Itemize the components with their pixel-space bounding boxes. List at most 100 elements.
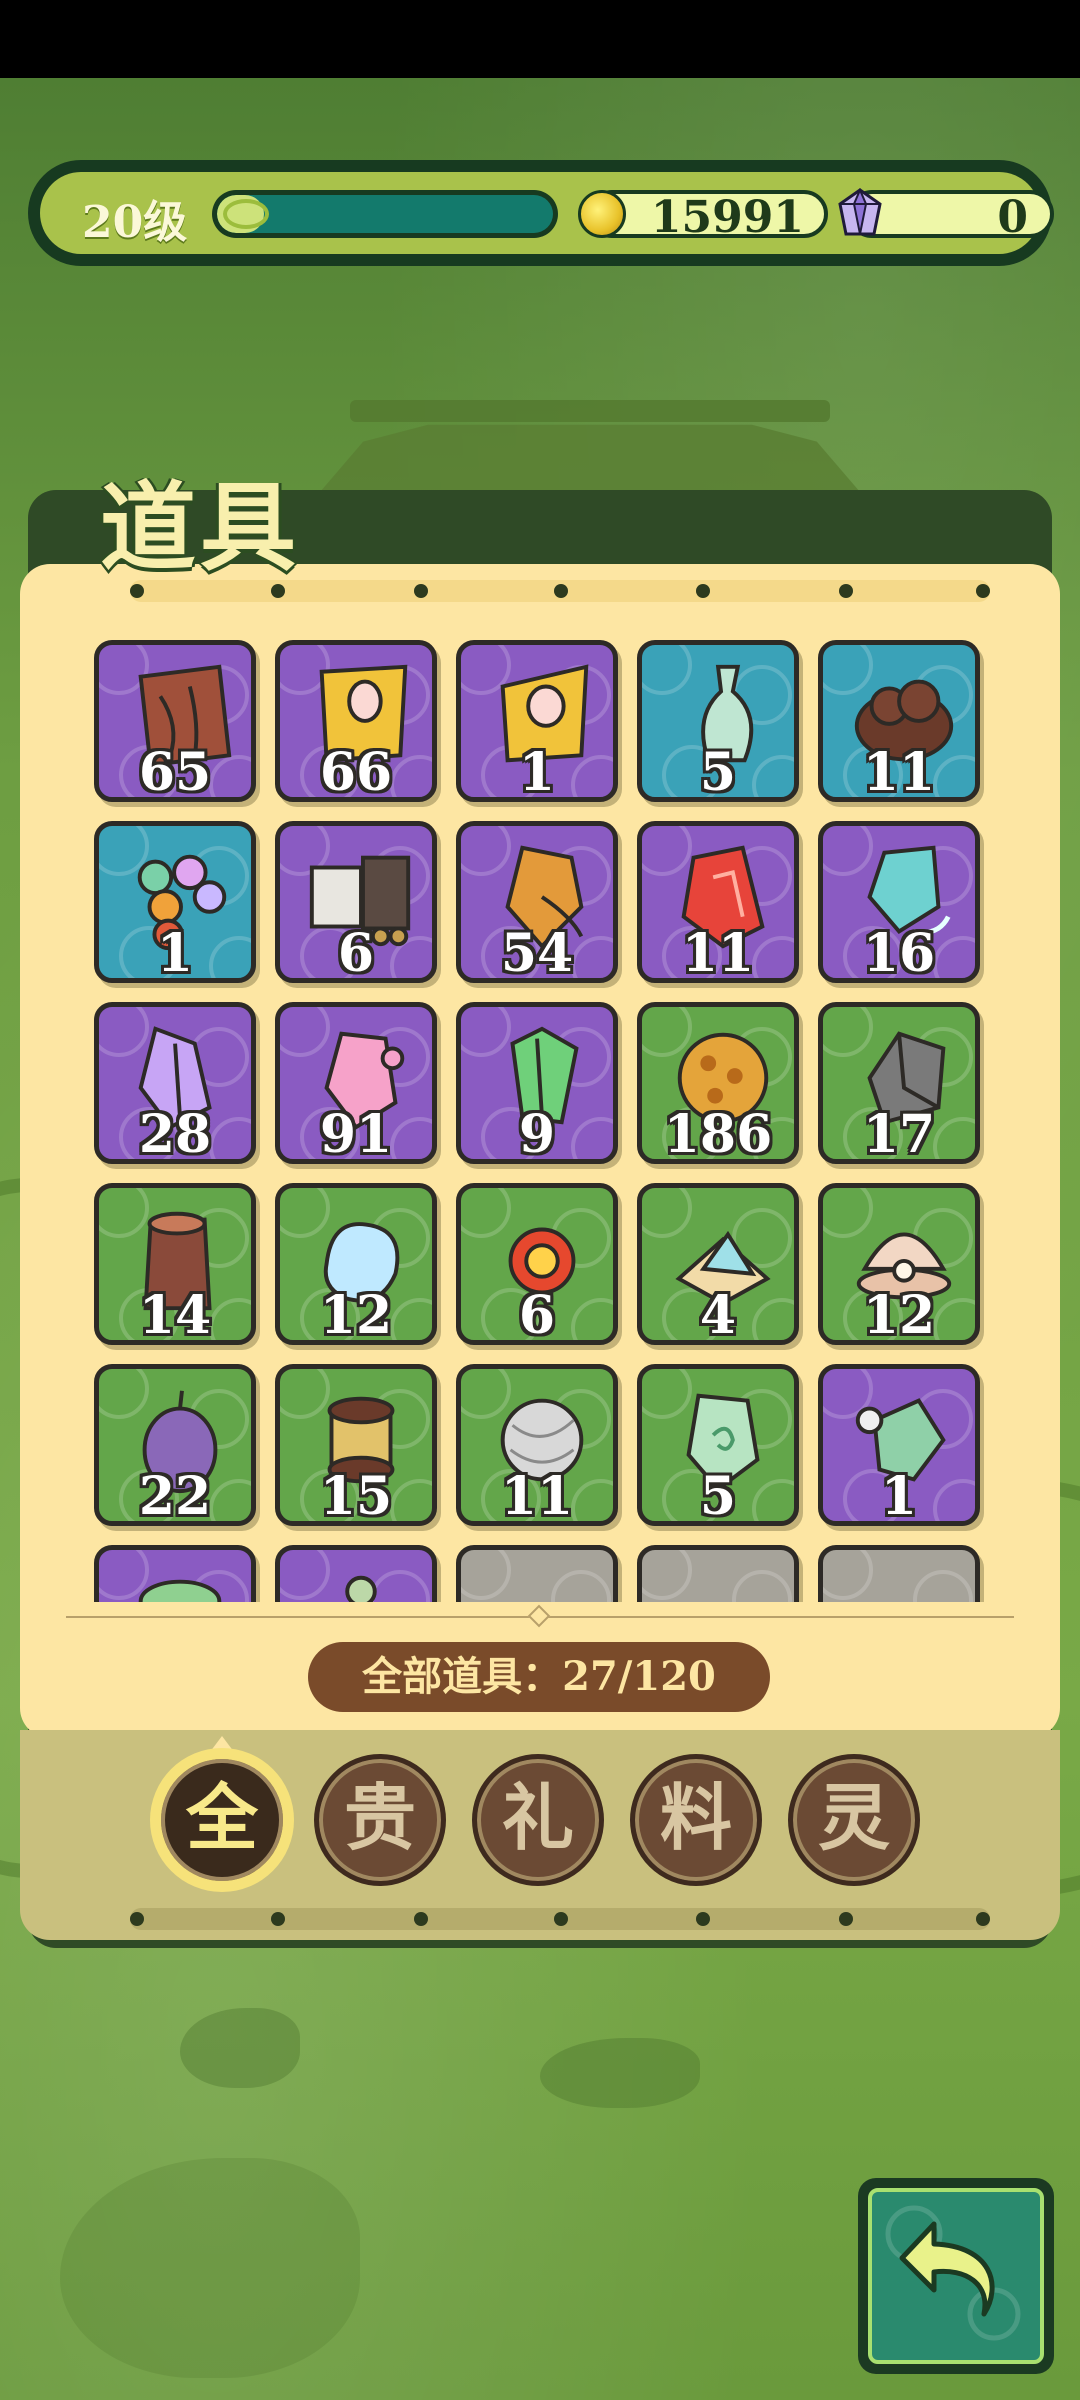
spirit-icon	[345, 1575, 377, 1602]
item-slot[interactable]: 22	[94, 1364, 256, 1526]
panel-title: 道具	[100, 471, 300, 584]
item-count: 1	[518, 742, 556, 802]
item-slot[interactable]: 65	[94, 640, 256, 802]
item-count: 91	[319, 1104, 393, 1164]
item-count: 11	[500, 1466, 574, 1526]
gem-value: 0	[997, 192, 1028, 243]
swirl-pattern	[823, 1550, 873, 1600]
item-slot[interactable]: 11	[637, 821, 799, 983]
rail-dot	[554, 1912, 568, 1926]
item-count: 15	[319, 1466, 393, 1526]
item-slot[interactable]: 9	[456, 1002, 618, 1164]
item-slot[interactable]: 4	[637, 1183, 799, 1345]
player-level: 20级	[82, 197, 188, 248]
category-tab-gift[interactable]: 礼	[472, 1754, 604, 1886]
item-slot[interactable]: 66	[275, 640, 437, 802]
coin-icon	[578, 190, 626, 238]
item-slot[interactable]: 5	[637, 1364, 799, 1526]
empty-item-slot[interactable]	[456, 1545, 618, 1602]
item-slot[interactable]: 12	[818, 1183, 980, 1345]
item-count: 16	[862, 923, 936, 983]
item-slot[interactable]	[275, 1545, 437, 1602]
category-tab-all[interactable]: 全	[156, 1754, 288, 1886]
item-slot[interactable]: 11	[818, 640, 980, 802]
category-tab-precious[interactable]: 贵	[314, 1754, 446, 1886]
item-count: 6	[337, 923, 375, 983]
item-count: 9	[518, 1104, 556, 1164]
item-grid[interactable]: 65 66 1 5 11 1 6 54 11 16 28 91 9 186 17 14 12 6 4 12 22 15 11…	[94, 640, 994, 1602]
gem-icon	[838, 188, 882, 236]
rail-dot	[839, 584, 853, 598]
rail-dot	[554, 584, 568, 598]
rail-dot	[696, 584, 710, 598]
item-slot[interactable]: 6	[275, 821, 437, 983]
item-slot[interactable]: 14	[94, 1183, 256, 1345]
item-slot[interactable]: 1	[456, 640, 618, 802]
item-slot[interactable]: 54	[456, 821, 618, 983]
item-count: 5	[699, 742, 737, 802]
coin-counter: 15991	[578, 190, 828, 243]
back-arrow-icon	[885, 2205, 1021, 2341]
rail-dot	[414, 584, 428, 598]
swirl-icon	[223, 199, 269, 229]
rail-dot	[414, 1912, 428, 1926]
rail-dot	[696, 1912, 710, 1926]
item-slot[interactable]: 6	[456, 1183, 618, 1345]
rail-dot	[976, 1912, 990, 1926]
item-slot[interactable]: 12	[275, 1183, 437, 1345]
empty-item-slot[interactable]	[818, 1545, 980, 1602]
item-count: 5	[699, 1466, 737, 1526]
item-count: 17	[862, 1104, 936, 1164]
item-count: 6	[518, 1285, 556, 1345]
category-tab-spirit[interactable]: 灵	[788, 1754, 920, 1886]
tab-pointer	[210, 1736, 234, 1752]
green-plant-icon	[138, 1579, 222, 1602]
item-count: 65	[138, 742, 212, 802]
rail-dot	[130, 1912, 144, 1926]
back-button[interactable]	[858, 2178, 1054, 2374]
swirl-pattern	[913, 1570, 973, 1602]
item-count: 22	[138, 1466, 212, 1526]
swirl-pattern	[732, 1570, 792, 1602]
item-count: 66	[319, 742, 393, 802]
background-leaf	[180, 2008, 300, 2088]
item-slot[interactable]: 17	[818, 1002, 980, 1164]
item-slot[interactable]: 1	[94, 821, 256, 983]
item-slot[interactable]: 28	[94, 1002, 256, 1164]
item-count: 11	[862, 742, 936, 802]
item-slot[interactable]: 186	[637, 1002, 799, 1164]
rail-dot	[839, 1912, 853, 1926]
rail-dot	[271, 1912, 285, 1926]
background-leaf	[540, 2038, 700, 2108]
item-slot[interactable]: 16	[818, 821, 980, 983]
player-status-bar: 20级 15991 0	[28, 160, 1054, 266]
item-count: 12	[862, 1285, 936, 1345]
total-items-label: 全部道具：27/120	[308, 1642, 770, 1712]
experience-bar	[212, 190, 558, 238]
swirl-pattern	[642, 1550, 692, 1600]
item-slot[interactable]: 15	[275, 1364, 437, 1526]
item-slot[interactable]: 11	[456, 1364, 618, 1526]
empty-item-slot[interactable]	[637, 1545, 799, 1602]
swirl-pattern	[551, 1570, 611, 1602]
item-slot[interactable]: 91	[275, 1002, 437, 1164]
item-count: 12	[319, 1285, 393, 1345]
item-count: 186	[663, 1104, 773, 1164]
swirl-pattern	[461, 1550, 511, 1600]
panel-bottom-rail	[130, 1908, 990, 1930]
item-count: 28	[138, 1104, 212, 1164]
item-count: 11	[681, 923, 755, 983]
coin-value: 15991	[650, 192, 804, 243]
item-count: 14	[138, 1285, 212, 1345]
gem-counter: 0	[838, 188, 1054, 243]
item-count: 54	[500, 923, 574, 983]
item-slot[interactable]	[94, 1545, 256, 1602]
pavilion-roof-ridge	[350, 400, 830, 422]
item-slot[interactable]: 5	[637, 640, 799, 802]
rail-dot	[976, 584, 990, 598]
item-count: 4	[699, 1285, 737, 1345]
category-tab-material[interactable]: 料	[630, 1754, 762, 1886]
item-count: 1	[880, 1466, 918, 1526]
item-slot[interactable]: 1	[818, 1364, 980, 1526]
background-leaf	[60, 2158, 360, 2378]
